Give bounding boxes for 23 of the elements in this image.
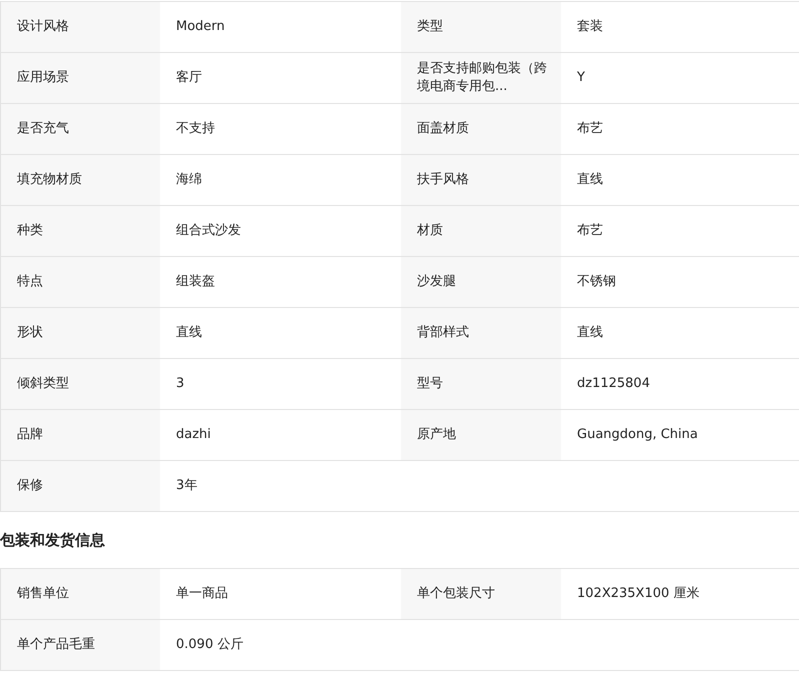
attribute-label: 种类 [1, 206, 160, 256]
attribute-label: 背部样式 [401, 308, 561, 358]
attribute-label: 扶手风格 [401, 155, 561, 205]
attribute-label: 品牌 [1, 410, 160, 460]
attribute-label: 材质 [401, 206, 561, 256]
attribute-label: 倾斜类型 [1, 359, 160, 409]
section-heading: 包装和发货信息 [0, 530, 106, 550]
attribute-label: 类型 [401, 2, 561, 52]
attribute-label: 面盖材质 [401, 104, 561, 154]
attribute-label: 沙发腿 [401, 257, 561, 307]
attribute-label: 单个包装尺寸 [401, 569, 561, 619]
attribute-label: 特点 [1, 257, 160, 307]
attribute-label: 应用场景 [1, 53, 160, 103]
attribute-label: 单个产品毛重 [1, 620, 160, 670]
attribute-label: 型号 [401, 359, 561, 409]
attribute-label: 设计风格 [1, 2, 160, 52]
attribute-label: 销售单位 [1, 569, 160, 619]
attribute-label: 是否支持邮购包装（跨境电商专用包... [401, 53, 561, 103]
attribute-label: 原产地 [401, 410, 561, 460]
attribute-label: 保修 [1, 461, 160, 511]
attribute-label: 填充物材质 [1, 155, 160, 205]
attribute-label: 是否充气 [1, 104, 160, 154]
attribute-label: 形状 [1, 308, 160, 358]
